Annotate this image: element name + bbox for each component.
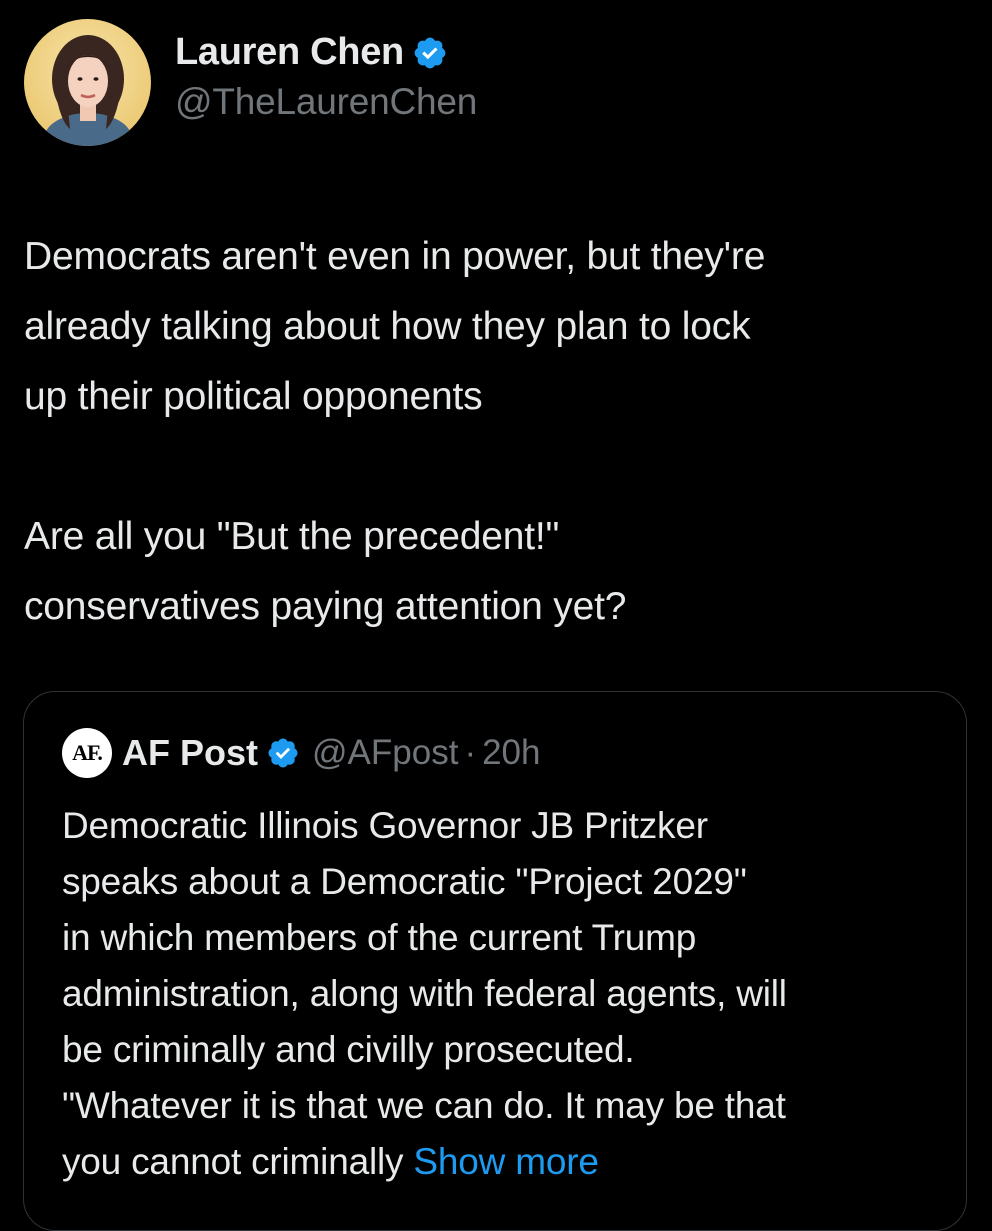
quoted-tweet-body: Democratic Illinois Governor JB Pritzker…	[62, 805, 787, 1182]
author-handle[interactable]: @TheLaurenChen	[175, 81, 477, 123]
separator-dot: ·	[464, 733, 477, 772]
tweet-author: Lauren Chen @TheLaurenChen	[24, 19, 477, 146]
quoted-author-handle[interactable]: @AFpost	[312, 733, 458, 773]
quoted-author-avatar[interactable]: AF.	[62, 728, 112, 778]
quoted-tweet-timestamp[interactable]: 20h	[482, 733, 540, 773]
quoted-tweet-text: Democratic Illinois Governor JB Pritzker…	[62, 798, 952, 1190]
tweet-paragraph-2: Are all you "But the precedent!" conserv…	[24, 515, 627, 628]
author-avatar[interactable]	[24, 19, 151, 146]
author-name-row: Lauren Chen	[175, 29, 477, 77]
author-avatar-image	[24, 19, 151, 146]
show-more-link[interactable]: Show more	[413, 1141, 599, 1182]
author-display-name[interactable]: Lauren Chen	[175, 31, 404, 74]
quoted-tweet-header: AF. AF Post @AFpost · 20h	[62, 728, 541, 778]
author-info: Lauren Chen @TheLaurenChen	[175, 29, 477, 123]
tweet: Lauren Chen @TheLaurenChen Democrats are…	[0, 0, 992, 1231]
tweet-text: Democrats aren't even in power, but they…	[24, 222, 974, 642]
verified-badge-icon[interactable]	[266, 736, 300, 770]
quoted-tweet[interactable]: AF. AF Post @AFpost · 20h Democratic Ill…	[23, 691, 967, 1231]
verified-badge-icon[interactable]	[412, 35, 448, 71]
tweet-paragraph-1: Democrats aren't even in power, but they…	[24, 235, 766, 418]
quoted-author-display-name[interactable]: AF Post	[122, 732, 258, 774]
